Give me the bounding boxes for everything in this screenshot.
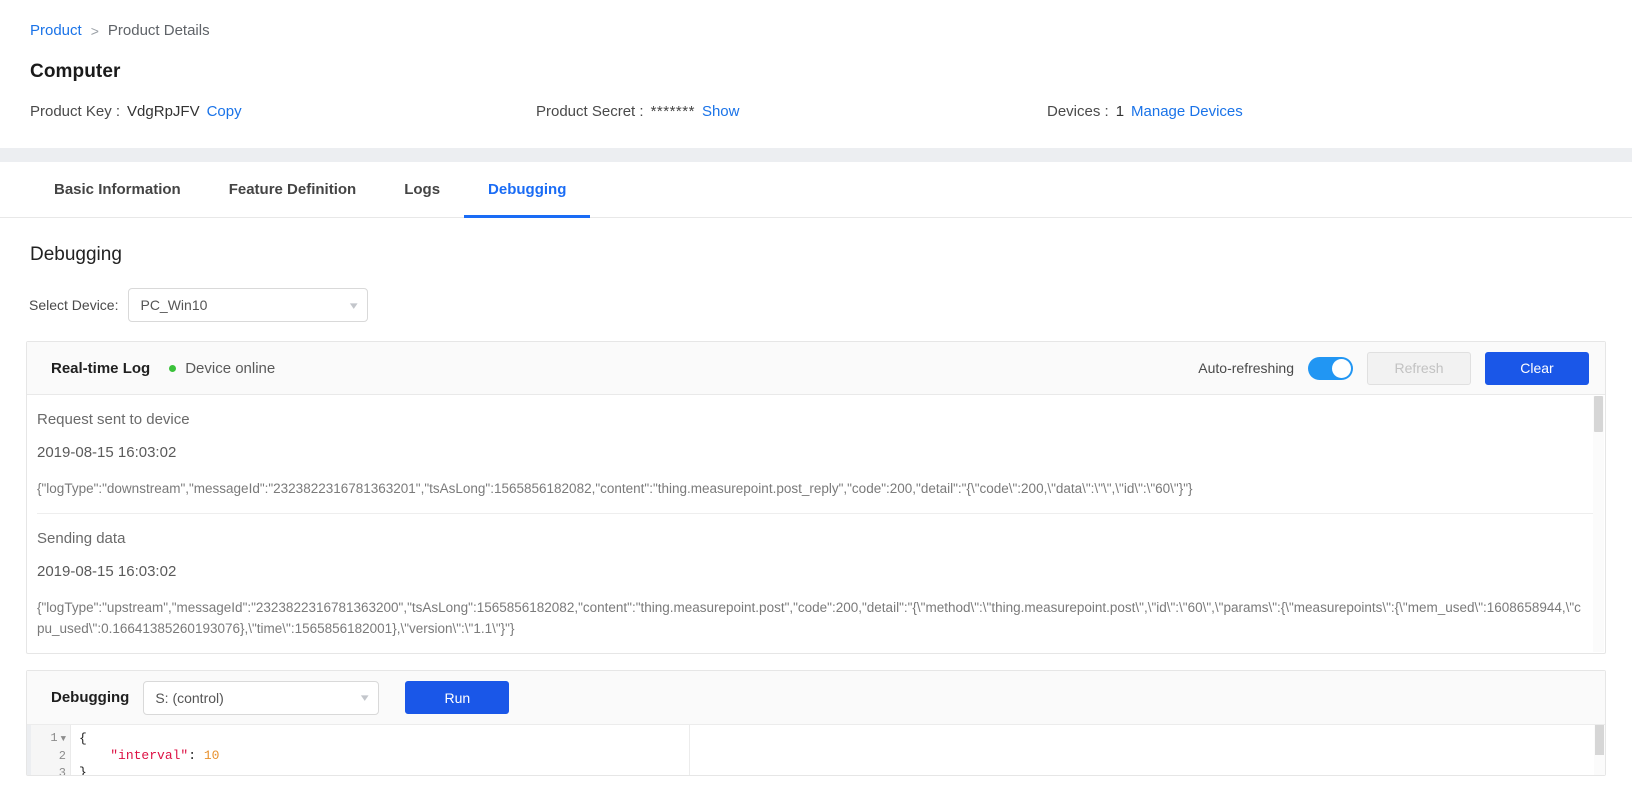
code-line: "interval": 10 [79,747,1605,764]
debug-console-card: Debugging S: (control) ▾ Run 1 ▼ 2 3 { "i… [26,670,1606,776]
header-divider [0,148,1632,162]
log-entry-time: 2019-08-15 16:03:02 [37,444,177,461]
select-device-row: Select Device: PC_Win10 ▾ [26,288,1606,322]
product-secret-label: Product Secret : [536,103,644,120]
product-key-group: Product Key : VdgRpJFV Copy [30,102,536,122]
log-entry-label: Sending data [37,530,126,547]
gutter-line: 2 [27,748,66,765]
tab-label: Feature Definition [228,181,357,198]
tab-debugging[interactable]: Debugging [464,162,591,218]
tab-feature-definition[interactable]: Feature Definition [205,162,381,217]
editor-left-rail [27,725,31,775]
line-number: 3 [58,766,66,775]
log-entry-time: 2019-08-15 16:03:02 [37,563,177,580]
toggle-knob [1332,358,1351,378]
main-content: Debugging Select Device: PC_Win10 ▾ Real… [0,218,1632,792]
json-code-editor[interactable]: 1 ▼ 2 3 { "interval": 10 } [27,725,1605,775]
breadcrumb-current: Product Details [107,22,210,39]
tab-label: Basic Information [54,181,181,198]
device-status-text: Device online [185,359,276,377]
device-select[interactable]: PC_Win10 ▾ [128,288,369,322]
device-select-value: PC_Win10 [140,297,208,313]
devices-count: 1 [1115,103,1125,120]
devices-group: Devices : 1 Manage Devices [1047,102,1243,122]
devices-label: Devices : [1047,103,1109,120]
log-entry: Sending data 2019-08-15 16:03:02 {"logTy… [37,514,1595,653]
manage-devices-link[interactable]: Manage Devices [1131,102,1243,122]
log-entry: Request sent to device 2019-08-15 16:03:… [37,395,1595,514]
select-device-label: Select Device: [29,297,119,313]
line-number: 2 [58,749,66,763]
page-title: Computer [30,61,121,82]
auto-refresh-toggle[interactable] [1308,356,1353,380]
log-entry-payload: {"logType":"downstream","messageId":"232… [37,481,1193,496]
log-entry-payload: {"logType":"upstream","messageId":"23238… [37,600,1581,636]
line-number: 1 [50,731,58,745]
editor-scrollbar[interactable] [1594,725,1605,775]
copy-product-key-button[interactable]: Copy [207,102,242,122]
json-key: "interval" [110,748,189,763]
breadcrumb: Product > Product Details [30,0,1632,41]
tab-basic-information[interactable]: Basic Information [30,162,205,217]
auto-refresh-label: Auto-refreshing [1198,360,1294,376]
chevron-down-icon: ▾ [360,692,369,704]
code-line: } [79,765,87,775]
section-title-debugging: Debugging [30,244,122,265]
show-product-secret-button[interactable]: Show [702,102,740,122]
tab-logs[interactable]: Logs [380,162,464,217]
command-select[interactable]: S: (control) ▾ [143,680,380,715]
realtime-log-body: Request sent to device 2019-08-15 16:03:… [27,395,1605,653]
tab-bar: Basic Information Feature Definition Log… [0,162,1632,218]
code-line: { [79,731,87,746]
gutter-line: 1 ▼ [27,730,66,748]
product-meta-row: Product Key : VdgRpJFV Copy Product Secr… [30,102,1632,122]
breadcrumb-separator-icon: > [90,23,99,39]
chevron-down-icon: ▾ [349,299,358,312]
tab-label: Debugging [488,181,567,198]
run-button[interactable]: Run [405,681,510,714]
json-separator: : [188,748,204,763]
log-scrollbar[interactable] [1593,396,1604,652]
log-header-actions: Auto-refreshing Refresh Clear [1198,351,1589,385]
debug-console-title: Debugging [51,689,130,706]
refresh-button[interactable]: Refresh [1367,351,1471,385]
editor-column-divider [689,725,690,775]
log-scrollbar-thumb[interactable] [1594,396,1603,432]
command-select-value: S: (control) [155,689,224,706]
realtime-log-title: Real-time Log [51,359,151,377]
page-header: Product > Product Details Computer Produ… [0,0,1632,148]
realtime-log-card: Real-time Log Device online Auto-refresh… [26,341,1606,654]
tab-label: Logs [404,181,441,198]
editor-code-area[interactable]: { "interval": 10 } [71,725,1605,775]
editor-scrollbar-thumb[interactable] [1595,725,1604,755]
status-dot-icon [169,364,177,372]
realtime-log-header: Real-time Log Device online Auto-refresh… [27,342,1605,395]
device-status: Device online [169,360,275,377]
product-key-label: Product Key : [30,103,121,120]
product-secret-masked-value: ******* [650,103,695,120]
debug-console-header: Debugging S: (control) ▾ Run [27,671,1605,725]
gutter-line: 3 [27,765,66,775]
product-secret-group: Product Secret : ******* Show [536,102,1047,122]
log-entry-label: Request sent to device [37,411,190,428]
product-key-value: VdgRpJFV [127,103,200,120]
editor-gutter: 1 ▼ 2 3 [27,725,71,775]
fold-arrow-icon[interactable]: ▼ [61,734,66,744]
breadcrumb-link-product[interactable]: Product [30,21,82,41]
clear-button[interactable]: Clear [1485,351,1589,385]
json-value: 10 [203,748,220,763]
